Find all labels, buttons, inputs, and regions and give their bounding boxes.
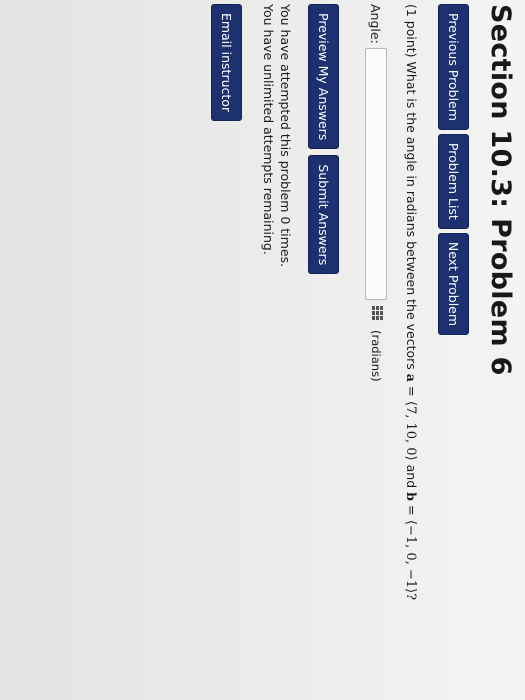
problem-list-button[interactable]: Problem List xyxy=(438,133,469,229)
problem-points: (1 point) xyxy=(404,4,419,58)
vector-a-name: a xyxy=(404,373,419,382)
angle-answer-input[interactable] xyxy=(365,48,387,300)
attempts-remaining-text: You have unlimited attempts remaining. xyxy=(261,4,276,255)
page-title: Section 10.3: Problem 6 xyxy=(485,4,516,376)
attempts-count-text: You have attempted this problem 0 times. xyxy=(278,4,293,268)
email-row: Email instructor xyxy=(211,4,242,694)
problem-navigation: Previous Problem Problem List Next Probl… xyxy=(438,4,469,694)
submit-answers-button[interactable]: Submit Answers xyxy=(308,155,339,275)
answer-actions: Preview My Answers Submit Answers xyxy=(308,4,339,694)
preview-answers-button[interactable]: Preview My Answers xyxy=(308,4,339,150)
answer-row: Angle: (radians) xyxy=(365,4,387,694)
email-instructor-button[interactable]: Email instructor xyxy=(211,4,242,122)
vector-b-value: = ⟨−1, 0, −1⟩? xyxy=(403,504,418,601)
vector-b-name: b xyxy=(404,492,419,501)
problem-question-text: What is the angle in radians between the… xyxy=(404,61,419,370)
screen: Section 10.3: Problem 6 Previous Problem… xyxy=(0,0,525,700)
attempts-info: You have attempted this problem 0 times.… xyxy=(260,4,294,694)
problem-page: Section 10.3: Problem 6 Previous Problem… xyxy=(211,4,517,694)
problem-question: (1 point) What is the angle in radians b… xyxy=(401,4,420,694)
radians-units-label: (radians) xyxy=(369,330,383,382)
next-problem-button[interactable]: Next Problem xyxy=(438,232,469,336)
equation-editor-grid-icon[interactable] xyxy=(369,306,383,322)
vector-a-value: = ⟨7, 10, 0⟩ xyxy=(403,385,418,461)
previous-problem-button[interactable]: Previous Problem xyxy=(438,4,469,130)
conjunction-text: and xyxy=(404,464,419,489)
angle-label: Angle: xyxy=(368,4,384,44)
